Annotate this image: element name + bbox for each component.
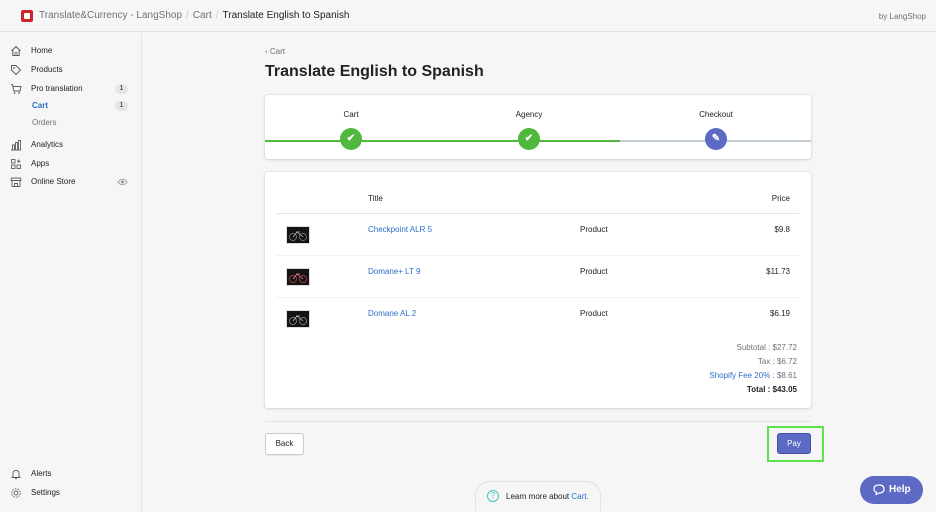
pencil-icon: ✎ <box>705 128 727 150</box>
subtotal: Subtotal : $27.72 <box>736 343 798 352</box>
progress-track-complete <box>265 140 620 142</box>
breadcrumb-current: Translate English to Spanish <box>222 10 350 21</box>
analytics-icon <box>11 140 21 151</box>
sidebar-item-online-store[interactable]: Online Store <box>0 174 141 190</box>
sidebar-item-label: Cart <box>32 101 49 110</box>
sidebar-item-cart[interactable]: Cart 1 <box>0 98 141 114</box>
sidebar-item-label: Alerts <box>31 469 52 478</box>
check-icon: ✔ <box>340 128 362 150</box>
tag-icon <box>11 65 22 76</box>
page-title: Translate English to Spanish <box>265 63 484 80</box>
sidebar-item-apps[interactable]: Apps <box>0 156 141 172</box>
step-label-checkout: Checkout <box>699 110 733 119</box>
product-title-link[interactable]: Domane+ LT 9 <box>368 267 420 276</box>
cart-table: Title Price Checkpoint ALR 5 Product $9.… <box>265 172 811 408</box>
actions-divider <box>265 421 811 422</box>
help-button[interactable]: Help <box>860 476 923 504</box>
count-badge: 1 <box>115 84 128 94</box>
step-label-agency: Agency <box>515 110 543 119</box>
help-circle-icon: ? <box>487 490 499 502</box>
shopify-fee-link[interactable]: Shopify Fee 20% <box>709 371 770 380</box>
eye-icon[interactable] <box>117 177 128 187</box>
home-icon <box>11 45 21 56</box>
breadcrumb-separator: / <box>186 10 189 21</box>
product-price: $6.19 <box>769 309 790 318</box>
column-header-title: Title <box>368 194 383 203</box>
gear-icon <box>11 488 21 498</box>
row-divider <box>276 255 799 256</box>
cart-icon <box>11 84 22 94</box>
product-thumbnail <box>286 226 310 244</box>
sidebar-item-products[interactable]: Products <box>0 62 141 78</box>
product-type: Product <box>580 225 608 234</box>
tax: Tax : $6.72 <box>757 357 797 366</box>
sidebar-item-orders[interactable]: Orders <box>0 115 141 131</box>
back-link-label: Cart <box>269 47 286 56</box>
sidebar-item-alerts[interactable]: Alerts <box>0 466 141 482</box>
byline: by LangShop <box>878 12 926 21</box>
total: Total : $43.05 <box>746 385 797 394</box>
pay-button[interactable]: Pay <box>777 433 811 454</box>
help-label: Help <box>889 484 911 495</box>
sidebar-item-label: Settings <box>31 488 60 497</box>
sidebar: Home Products Pro translation 1 Cart 1 O… <box>0 33 142 512</box>
bell-icon <box>10 470 22 479</box>
sidebar-item-label: Pro translation <box>31 84 83 93</box>
progress-stepper: Cart Agency Checkout ✔ ✔ ✎ <box>265 95 811 159</box>
product-type: Product <box>580 309 608 318</box>
sidebar-item-label: Products <box>31 65 63 74</box>
apps-icon <box>11 159 21 169</box>
chat-bubble-icon <box>873 484 885 495</box>
check-icon: ✔ <box>518 128 540 150</box>
sidebar-item-home[interactable]: Home <box>0 43 141 59</box>
column-header-price: Price <box>771 194 790 203</box>
breadcrumb-app[interactable]: Translate&Currency - LangShop <box>39 10 182 21</box>
count-badge: 1 <box>115 101 128 111</box>
back-button[interactable]: Back <box>265 433 304 455</box>
product-price: $11.73 <box>766 267 790 276</box>
breadcrumb: Translate&Currency - LangShop / Cart / Trans… <box>39 10 349 21</box>
learn-more-text: Learn more about Cart. <box>506 492 589 501</box>
store-icon <box>10 177 22 187</box>
chevron-left-icon: ‹ <box>265 47 268 56</box>
product-type: Product <box>580 267 608 276</box>
product-title-link[interactable]: Checkpoint ALR 5 <box>368 225 432 234</box>
header-divider <box>276 213 799 214</box>
learn-more-footer: ? Learn more about Cart. <box>475 481 601 511</box>
breadcrumb-separator: / <box>215 10 219 21</box>
row-divider <box>276 297 799 298</box>
sidebar-item-label: Orders <box>32 118 57 127</box>
sidebar-item-label: Online Store <box>31 177 76 186</box>
product-thumbnail <box>286 268 310 286</box>
top-bar: Translate&Currency - LangShop / Cart / Trans… <box>0 0 936 32</box>
learn-more-link[interactable]: Cart. <box>571 492 588 501</box>
sidebar-item-pro-translation[interactable]: Pro translation 1 <box>0 81 141 97</box>
product-title-link[interactable]: Domane AL 2 <box>368 309 416 318</box>
product-thumbnail <box>286 310 310 328</box>
sidebar-item-label: Home <box>31 46 53 55</box>
sidebar-item-settings[interactable]: Settings <box>0 485 141 501</box>
sidebar-item-analytics[interactable]: Analytics <box>0 137 141 153</box>
sidebar-item-label: Apps <box>31 159 50 168</box>
learn-more-label: Learn more about <box>506 492 572 501</box>
shopify-fee-value: : $8.61 <box>770 371 797 380</box>
langshop-app-icon <box>21 10 33 22</box>
back-to-cart-link[interactable]: ‹ Cart <box>265 47 285 56</box>
step-label-cart: Cart <box>343 110 359 119</box>
sidebar-item-label: Analytics <box>31 140 64 149</box>
shopify-fee: Shopify Fee 20% : $8.61 <box>709 371 797 380</box>
breadcrumb-cart[interactable]: Cart <box>193 10 212 21</box>
product-price: $9.8 <box>774 225 790 234</box>
